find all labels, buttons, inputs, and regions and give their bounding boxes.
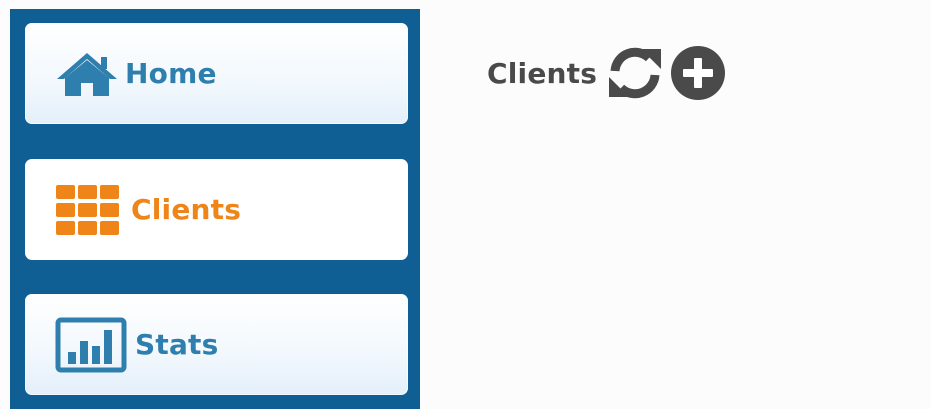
home-icon [55, 50, 119, 98]
sidebar-item-label: Clients [131, 193, 242, 226]
sidebar-item-label: Home [125, 57, 217, 90]
content-header: Clients [487, 44, 727, 102]
sidebar-item-stats[interactable]: Stats [25, 294, 408, 395]
page-title: Clients [487, 56, 598, 90]
refresh-button[interactable] [605, 44, 665, 102]
sidebar-item-label: Stats [135, 328, 219, 361]
grid-icon [55, 184, 121, 236]
bar-chart-icon [55, 317, 127, 373]
add-circle-icon [671, 46, 726, 100]
app-page: Home Clients Stats Clients [0, 0, 931, 409]
sidebar-item-home[interactable]: Home [25, 23, 408, 124]
sidebar: Home Clients Stats [10, 9, 420, 409]
refresh-icon [609, 47, 662, 99]
add-button[interactable] [669, 44, 727, 102]
sidebar-item-clients[interactable]: Clients [25, 159, 408, 260]
